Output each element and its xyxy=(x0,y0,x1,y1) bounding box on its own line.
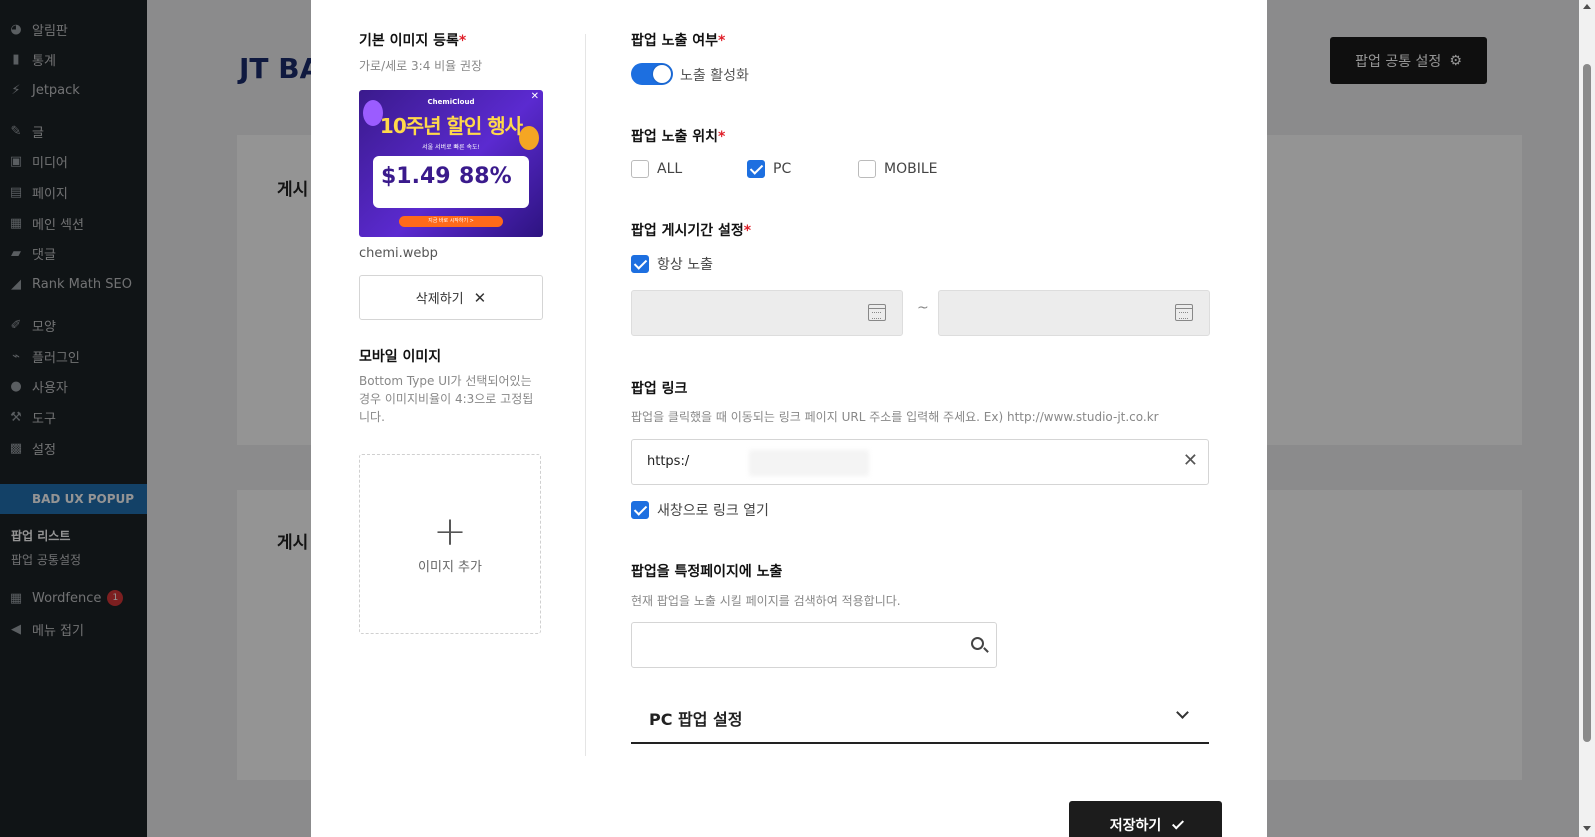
add-image-dropzone[interactable]: + 이미지 추가 xyxy=(359,454,541,634)
checkbox[interactable] xyxy=(631,501,649,519)
mobile-image-hint: Bottom Type UI가 선택되어있는 경우 이미지비율이 4:3으로 고… xyxy=(359,374,534,424)
preview-cta: 지금 바로 시작하기 > xyxy=(399,216,503,227)
mobile-image-title: 모바일 이미지 xyxy=(359,349,442,365)
specific-page-hint: 현재 팝업을 노출 시킬 페이지를 검색하여 적용합니다. xyxy=(631,594,901,608)
visibility-toggle-label: 노출 활성화 xyxy=(680,68,749,84)
preview-discount: 88% xyxy=(459,164,512,189)
position-option-pc[interactable]: PC xyxy=(747,160,791,178)
end-date-field[interactable] xyxy=(938,290,1210,336)
required-mark: * xyxy=(458,33,467,49)
always-show-option[interactable]: 항상 노출 xyxy=(631,254,713,274)
preview-headline: 10주년 할인 행사 xyxy=(379,114,523,138)
link-hint: 팝업을 클릭했을 때 이동되는 링크 페이지 URL 주소를 입력해 주세요. … xyxy=(631,410,1159,424)
position-title: 팝업 노출 위치* xyxy=(631,129,726,145)
scroll-up-icon[interactable] xyxy=(1583,4,1591,9)
position-option-mobile[interactable]: MOBILE xyxy=(858,160,937,178)
position-option-all[interactable]: ALL xyxy=(631,160,682,178)
plus-icon: + xyxy=(433,508,467,555)
date-separator: ~ xyxy=(917,300,929,316)
start-date-field[interactable] xyxy=(631,290,903,336)
base-image-preview: ✕ ChemiCloud 10주년 할인 행사 서울 서버로 빠른 속도! $1… xyxy=(359,90,543,237)
link-url-input[interactable]: https:/ ✕ xyxy=(631,439,1209,485)
save-button[interactable]: 저장하기 xyxy=(1069,801,1222,837)
visibility-toggle[interactable] xyxy=(631,63,673,85)
required-mark: * xyxy=(718,129,726,145)
search-icon[interactable] xyxy=(971,637,984,650)
chevron-down-icon xyxy=(1176,706,1189,719)
delete-image-button[interactable]: 삭제하기 ✕ xyxy=(359,275,543,320)
base-image-title: 기본 이미지 등록* xyxy=(359,33,467,49)
redacted-url xyxy=(749,450,869,476)
check-icon xyxy=(1172,816,1185,830)
new-window-option[interactable]: 새창으로 링크 열기 xyxy=(631,500,769,520)
pc-popup-settings-accordion[interactable]: PC 팝업 설정 xyxy=(631,692,1209,744)
popup-edit-modal: 기본 이미지 등록* 가로/세로 3:4 비율 권장 ✕ ChemiCloud … xyxy=(311,0,1267,837)
file-name: chemi.webp xyxy=(359,246,438,261)
calendar-icon[interactable] xyxy=(868,304,886,321)
specific-page-title: 팝업을 특정페이지에 노출 xyxy=(631,564,783,580)
column-divider xyxy=(585,34,586,756)
visibility-title: 팝업 노출 여부* xyxy=(631,33,726,49)
preview-subtitle: 서울 서버로 빠른 속도! xyxy=(422,144,480,151)
preview-brand: ChemiCloud xyxy=(427,98,475,106)
checkbox[interactable] xyxy=(858,160,876,178)
base-image-hint: 가로/세로 3:4 비율 권장 xyxy=(359,59,483,73)
page-search-input[interactable] xyxy=(631,622,997,668)
required-mark: * xyxy=(718,33,726,49)
toggle-knob xyxy=(653,65,671,83)
link-title: 팝업 링크 xyxy=(631,381,688,397)
checkbox[interactable] xyxy=(631,255,649,273)
scrollbar-thumb[interactable] xyxy=(1583,64,1591,742)
page-scrollbar[interactable] xyxy=(1579,0,1595,837)
checkbox[interactable] xyxy=(631,160,649,178)
calendar-icon[interactable] xyxy=(1175,304,1193,321)
period-title: 팝업 게시기간 설정* xyxy=(631,223,752,239)
add-image-label: 이미지 추가 xyxy=(418,559,482,575)
close-icon: ✕ xyxy=(473,288,487,307)
scroll-down-icon[interactable] xyxy=(1583,826,1591,831)
required-mark: * xyxy=(743,223,752,239)
accordion-title: PC 팝업 설정 xyxy=(649,710,743,729)
clear-icon[interactable]: ✕ xyxy=(1183,450,1198,471)
preview-price: $1.49 xyxy=(381,164,451,189)
checkbox[interactable] xyxy=(747,160,765,178)
link-url-value: https:/ xyxy=(647,454,690,469)
